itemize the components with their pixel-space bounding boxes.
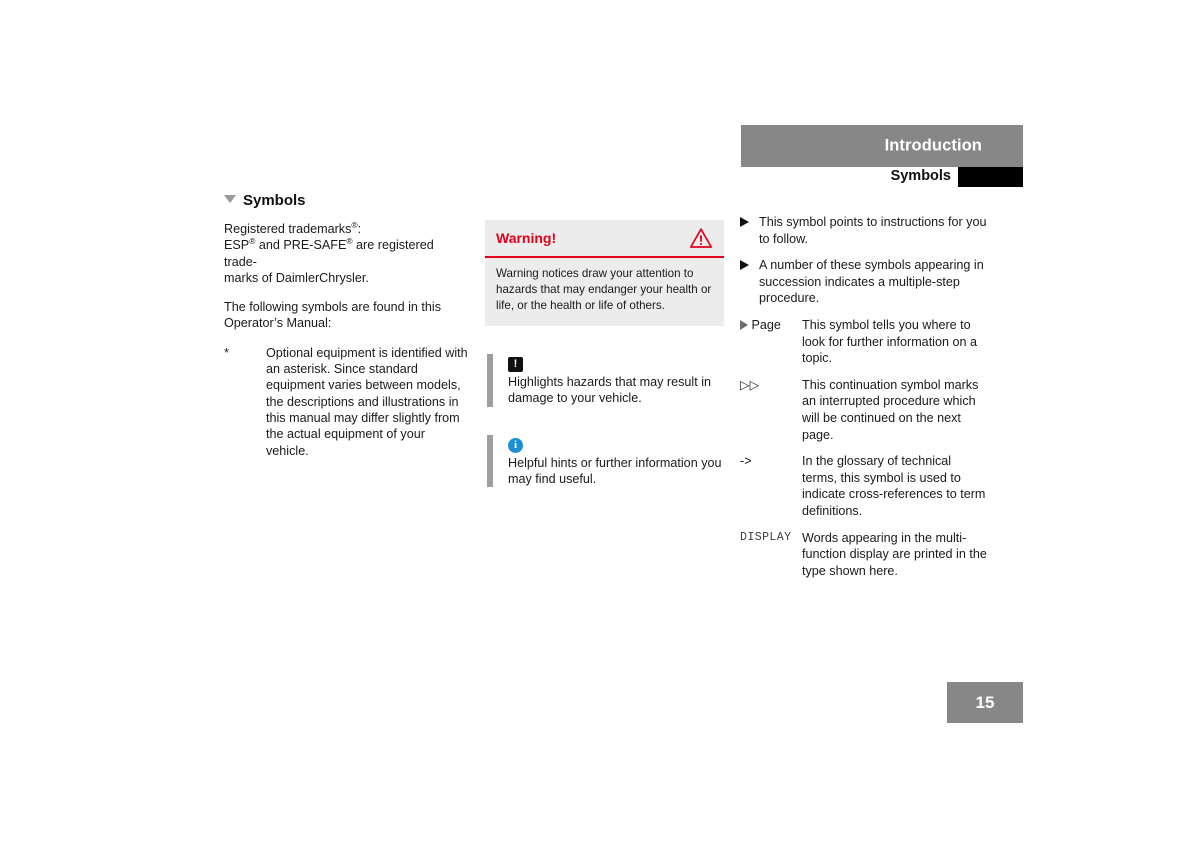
trademarks-line1-post: : — [357, 222, 362, 236]
triangle-right-filled-icon — [740, 217, 749, 227]
legend-symbol — [740, 214, 759, 247]
legend-symbol — [740, 257, 759, 307]
asterisk-note: * Optional equipment is identified with … — [224, 345, 469, 459]
warning-label: Warning! — [496, 230, 557, 246]
chapter-tab-marker — [958, 167, 1023, 187]
exclamation-square-icon: ! — [508, 357, 523, 372]
intro-paragraph: The following symbols are found in this … — [224, 300, 442, 331]
info-hint-text: Helpful hints or further information you… — [508, 455, 722, 486]
page-reference-label: Page — [751, 317, 781, 332]
triangle-down-icon — [224, 195, 236, 203]
double-triangle-right-open-icon: ▷▷ — [740, 377, 760, 392]
hint-icon-wrap: ! — [508, 354, 724, 372]
warning-box-header: Warning! — [485, 220, 724, 258]
section-header: Symbols — [741, 167, 1023, 188]
warning-box-text: Warning notices draw your attention to h… — [496, 267, 712, 312]
arrow-text-icon: -> — [740, 454, 752, 469]
chapter-title: Introduction — [884, 136, 982, 155]
left-column: Symbols Registered trademarks®: ESP® and… — [224, 192, 469, 459]
legend-symbol: Page — [740, 317, 802, 367]
trademarks-line1-pre: Registered trademarks — [224, 222, 352, 236]
legend-description: This symbol tells you where to look for … — [802, 317, 978, 366]
page-number-badge: 15 — [947, 682, 1023, 723]
legend-description: Words appearing in the multi-function di… — [802, 530, 987, 578]
presafe-connector: and PRE-SAFE — [255, 238, 347, 253]
display-type-label: DISPLAY — [740, 530, 792, 544]
triangle-right-open-icon — [740, 319, 748, 330]
legend-item-page-reference: Page This symbol tells you where to look… — [740, 317, 987, 367]
legend-item-instruction: This symbol points to instructions for y… — [740, 214, 987, 247]
info-circle-icon: i — [508, 437, 523, 453]
warning-box: Warning! Warning notices draw your atten… — [485, 220, 724, 326]
legend-description: This continuation symbol marks an interr… — [802, 377, 979, 442]
legend-item-multi-step: A number of these symbols appearing in s… — [740, 257, 987, 307]
triangle-right-filled-icon — [740, 260, 749, 271]
hint-accent-bar — [487, 434, 493, 488]
manual-page: Introduction Symbols 15 Symbols Register… — [0, 0, 1200, 848]
warning-triangle-icon — [689, 228, 713, 248]
legend-item-continuation: ▷▷ This continuation symbol marks an int… — [740, 377, 987, 443]
right-column: This symbol points to instructions for y… — [740, 214, 987, 589]
info-hint-block: i Helpful hints or further information y… — [485, 434, 724, 488]
asterisk-marker: * — [224, 344, 230, 360]
legend-item-glossary: -> In the glossary of technical terms, t… — [740, 453, 987, 519]
damage-hint-block: ! Highlights hazards that may result in … — [485, 354, 724, 407]
trademarks-paragraph: Registered trademarks®: ESP® and PRE-SAF… — [224, 221, 469, 286]
asterisk-note-text: Optional equipment is identified with an… — [266, 345, 468, 458]
legend-description: A number of these symbols appearing in s… — [759, 258, 984, 306]
hint-icon-wrap: i — [508, 435, 724, 453]
legend-description: In the glossary of technical terms, this… — [802, 454, 986, 518]
legend-description: This symbol points to instructions for y… — [759, 215, 987, 246]
legend-item-display: DISPLAY Words appearing in the multi-fun… — [740, 530, 987, 580]
esp-label: ESP — [224, 238, 250, 253]
symbols-heading-label: Symbols — [243, 192, 306, 209]
chapter-header-bar: Introduction — [741, 125, 1023, 167]
section-title: Symbols — [890, 168, 951, 184]
hint-accent-bar — [487, 354, 493, 407]
trademarks-line3: marks of DaimlerChrysler. — [224, 270, 369, 285]
middle-column: Warning! Warning notices draw your atten… — [485, 220, 724, 488]
symbols-heading: Symbols — [224, 192, 469, 209]
damage-hint-text: Highlights hazards that may result in da… — [508, 375, 711, 406]
page-number-value: 15 — [975, 692, 995, 712]
